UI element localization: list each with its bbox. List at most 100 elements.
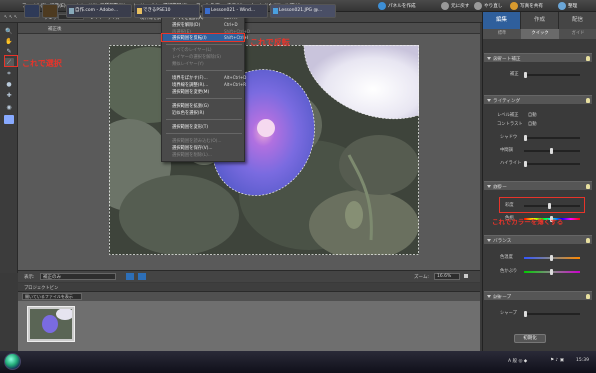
tint-slider[interactable]	[524, 269, 580, 275]
color-auto-button[interactable]: 自動	[493, 184, 581, 190]
tab-create[interactable]: 作成	[521, 12, 559, 29]
clock[interactable]: 15:39	[576, 358, 589, 363]
zoom-value-field[interactable]: 16.6%	[434, 273, 460, 280]
shadows-slider[interactable]	[524, 135, 580, 141]
share-link[interactable]: 写真を共有	[520, 3, 543, 9]
collapse-triangle-icon[interactable]	[487, 295, 491, 298]
menu-item-feather[interactable]: 境界をぼかす(F)...	[172, 75, 208, 81]
organizer-icon[interactable]	[558, 2, 566, 10]
tray-icons[interactable]: ⚑ ♪ ▣	[550, 358, 564, 363]
project-bin-header[interactable]: プロジェクトビン	[18, 283, 480, 292]
collapse-triangle-icon[interactable]	[487, 99, 491, 102]
organizer-link[interactable]: 整理	[568, 3, 577, 9]
bulb-icon[interactable]	[586, 294, 590, 299]
temperature-slider[interactable]	[524, 255, 580, 261]
midtones-slider[interactable]	[524, 148, 580, 154]
taskbar-item-browser[interactable]: 自作.com - Adobe...	[66, 4, 132, 18]
quick-launch-ie-icon[interactable]	[24, 4, 40, 18]
reset-button[interactable]: 初期化	[514, 334, 546, 343]
subtab-full[interactable]: 標準	[483, 29, 521, 39]
menu-item-transform[interactable]: 選択範囲を変形(T)	[172, 124, 208, 130]
slider-knob[interactable]	[550, 255, 553, 261]
start-button-icon[interactable]	[4, 353, 21, 370]
highlights-label: ハイライト	[500, 161, 522, 166]
menu-item-all-layers[interactable]: すべてのレイヤー(L)	[172, 47, 212, 53]
taskbar-item-folder[interactable]: できるPSE10	[134, 4, 200, 18]
selection-tool-options-icon[interactable]: ↖ ↖ ↖	[4, 15, 18, 20]
menu-item-save[interactable]: 選択範囲を保存(V)...	[172, 145, 212, 151]
slider-knob[interactable]	[524, 135, 527, 141]
section-smart-fix[interactable]: スマート補正 自動	[484, 53, 592, 62]
menu-separator	[166, 70, 242, 71]
collapse-triangle-icon[interactable]	[487, 185, 491, 188]
undo-icon[interactable]	[441, 2, 449, 10]
status-bar: 表示: 補正のみ ズーム: 16.6%	[18, 270, 480, 282]
redo-link[interactable]: やり直し	[484, 3, 502, 9]
undo-link[interactable]: 元に戻す	[451, 3, 469, 9]
slider-knob[interactable]	[550, 148, 553, 154]
section-lighting[interactable]: ライティング	[484, 95, 592, 104]
collapse-triangle-icon[interactable]	[487, 57, 491, 60]
ime-indicator-icon[interactable]: A 般 ◎ ◆	[508, 358, 527, 364]
whiten-teeth-tool-icon[interactable]: ◉	[4, 103, 14, 112]
zoom-tool-icon[interactable]: 🔍	[4, 27, 14, 36]
menu-item-similar[interactable]: 近似色を選択(R)	[172, 110, 204, 116]
redo-icon[interactable]	[474, 2, 482, 10]
healing-brush-tool-icon[interactable]: ✚	[4, 91, 14, 100]
taskbar-item-photoshop[interactable]: Lesson021.JPG @...	[270, 4, 336, 18]
slider-knob[interactable]	[524, 161, 527, 167]
annotation-saturation-text: これでカラーを薄くする	[492, 218, 564, 226]
menu-item-load[interactable]: 選択範囲を読み込む(O)...	[172, 138, 222, 144]
slider-knob[interactable]	[524, 72, 527, 78]
bulb-icon[interactable]	[586, 56, 590, 61]
balance-title: バランス	[493, 239, 512, 244]
share-icon[interactable]	[510, 2, 518, 10]
foreground-color-icon[interactable]	[4, 115, 14, 124]
bin-thumbnail[interactable]	[27, 306, 75, 342]
tab-edit[interactable]: 編集	[483, 12, 521, 29]
project-bin-title: プロジェクトビン	[24, 286, 59, 291]
folder-icon	[137, 8, 142, 14]
bin-filter-dropdown[interactable]: 開いているファイルを表示	[22, 293, 82, 300]
subtab-quick[interactable]: クイック	[521, 29, 559, 39]
layout-dual-icon[interactable]	[138, 273, 146, 280]
hand-tool-icon[interactable]: ✋	[4, 37, 14, 46]
menu-item-refine-edge[interactable]: 境界線を調整(R)...	[172, 82, 208, 88]
smart-fix-auto-button[interactable]: 自動	[493, 56, 581, 62]
zoom-stepper[interactable]	[464, 274, 468, 278]
smart-fix-slider[interactable]	[524, 72, 580, 78]
create-panel-link[interactable]: パネルを作成	[388, 3, 416, 9]
taskbar-item-word[interactable]: Lesson021 - Wind...	[202, 4, 268, 18]
contrast-auto-button[interactable]: 自動	[528, 121, 537, 127]
menu-item-modify[interactable]: 選択範囲を変更(M)	[172, 89, 209, 95]
sharpen-auto-button[interactable]: 自動	[493, 294, 581, 300]
levels-auto-button[interactable]: 自動	[528, 112, 537, 118]
subtab-guided[interactable]: ガイド	[559, 29, 596, 39]
layout-single-icon[interactable]	[126, 273, 134, 280]
quick-launch-explorer-icon[interactable]	[42, 4, 58, 18]
menu-item-deselect[interactable]: 選択を解除(D)	[172, 22, 200, 28]
section-color[interactable]: カラー 自動	[484, 181, 592, 190]
menu-item-similar-layers[interactable]: 類似レイヤー(Y)	[172, 61, 204, 67]
section-sharpen[interactable]: シャープ 自動	[484, 291, 592, 300]
highlights-slider[interactable]	[524, 161, 580, 167]
panel-create-icon[interactable]	[378, 2, 386, 10]
bulb-icon[interactable]	[586, 98, 590, 103]
view-mode-dropdown[interactable]: 補正のみ	[40, 273, 116, 280]
collapse-triangle-icon[interactable]	[487, 239, 491, 242]
red-eye-tool-icon[interactable]: ●	[4, 80, 14, 89]
menu-item-deselect-layers[interactable]: レイヤーの選択を解除(S)	[172, 54, 221, 60]
bulb-icon[interactable]	[586, 184, 590, 189]
photo-canvas[interactable]	[109, 45, 419, 255]
tab-share[interactable]: 配信	[559, 12, 596, 29]
sharpen-slider[interactable]	[524, 311, 580, 317]
section-balance[interactable]: バランス	[484, 235, 592, 244]
menu-item-grow[interactable]: 選択範囲を拡張(G)	[172, 103, 209, 109]
menu-item-delete[interactable]: 選択範囲を削除(L)...	[172, 152, 212, 158]
slider-knob[interactable]	[524, 311, 527, 317]
crop-tool-icon[interactable]: ⌗	[4, 69, 14, 78]
taskbar-label: 自作.com - Adobe...	[75, 8, 119, 13]
menu-separator	[166, 98, 242, 99]
bulb-icon[interactable]	[586, 238, 590, 243]
slider-knob[interactable]	[550, 269, 553, 275]
